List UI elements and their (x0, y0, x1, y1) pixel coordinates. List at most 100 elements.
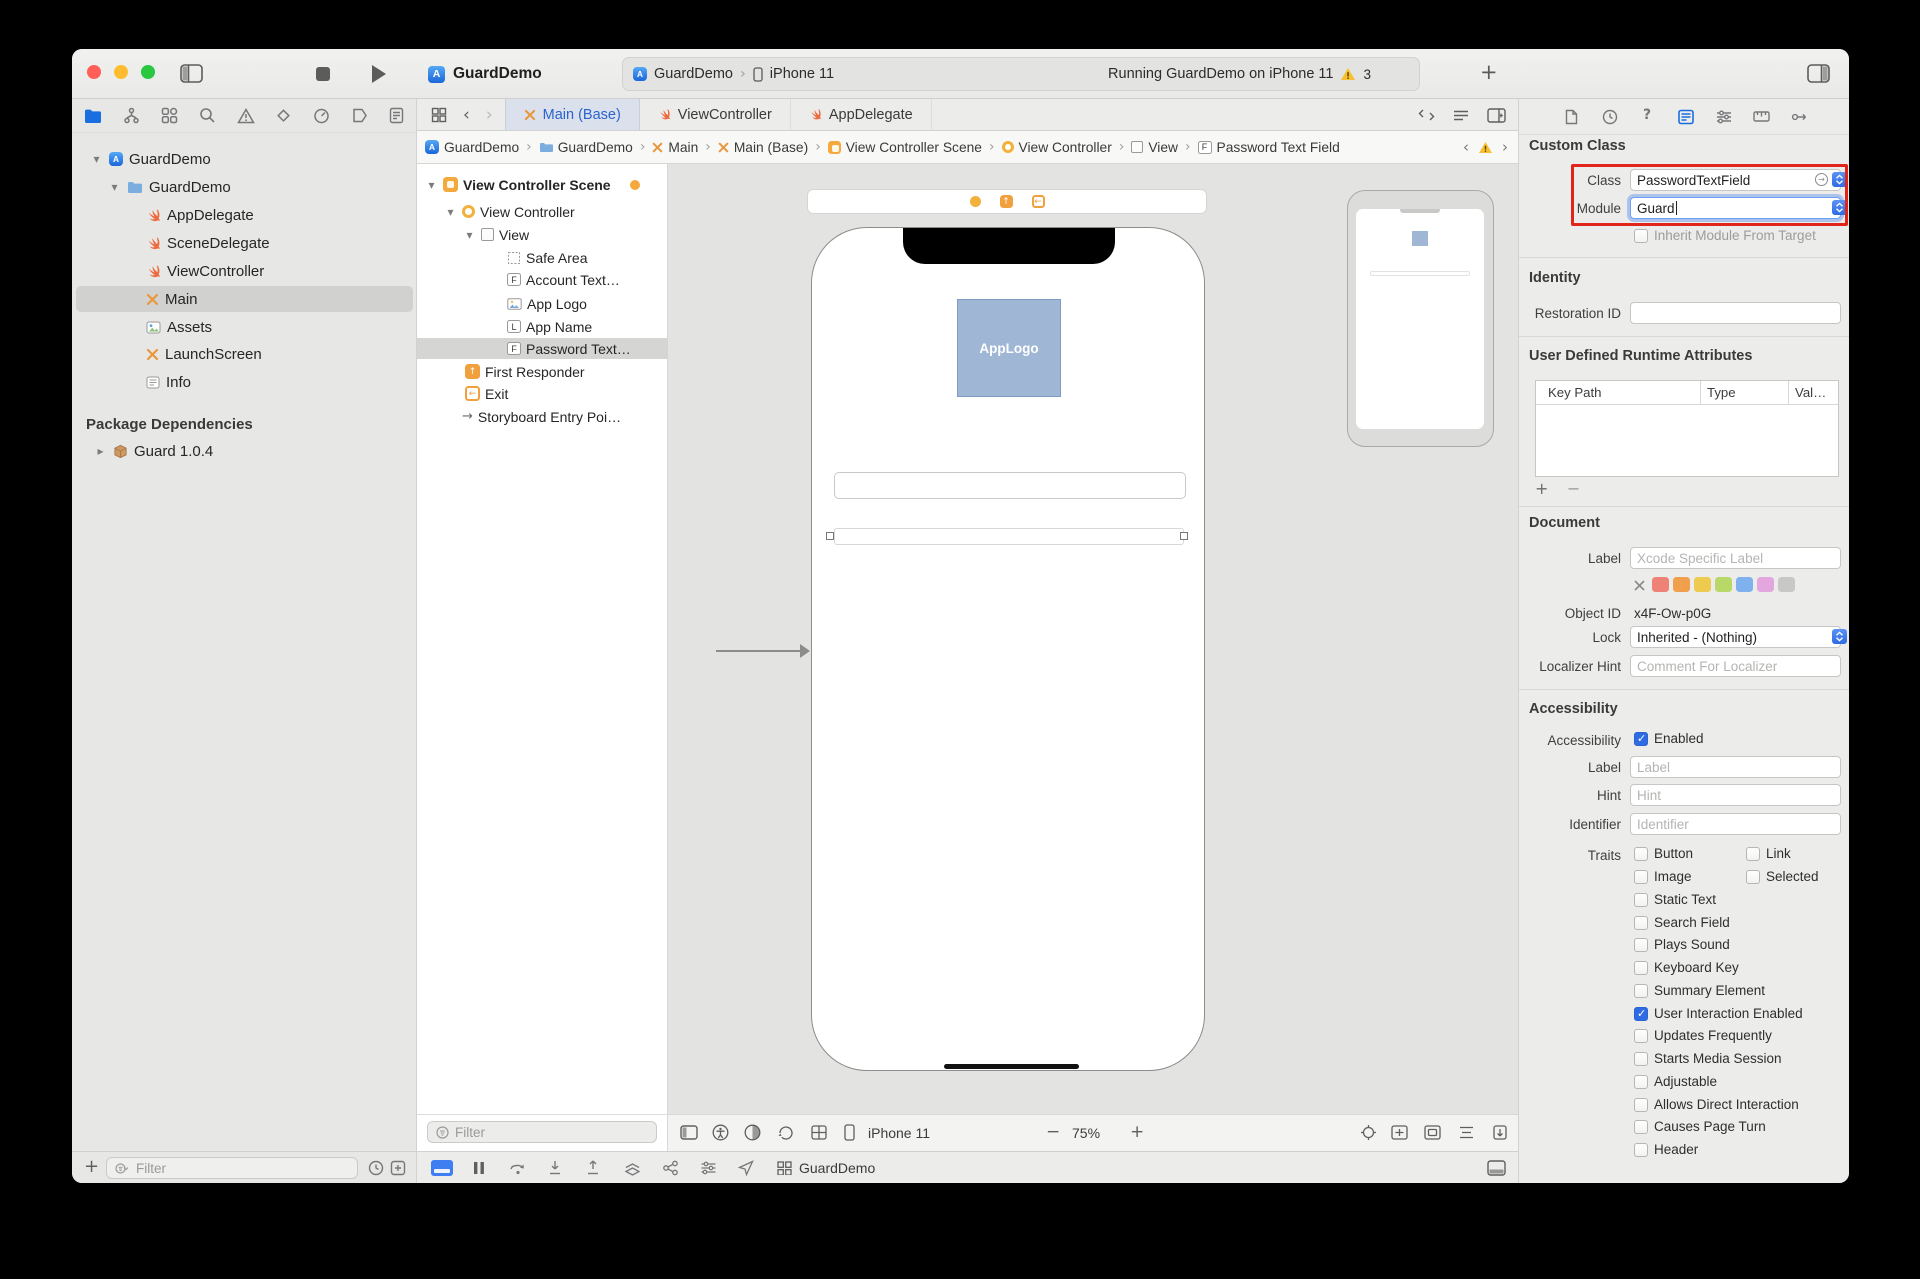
inherit-module-checkbox[interactable] (1634, 229, 1648, 243)
color-chip-pink[interactable] (1757, 577, 1774, 592)
identity-inspector-icon[interactable] (1678, 109, 1694, 125)
sidebar-item-scenedelegate[interactable]: SceneDelegate (146, 230, 270, 256)
trait-checkbox[interactable] (1634, 984, 1648, 998)
resize-handle-right[interactable] (1180, 532, 1188, 540)
disclosure-icon[interactable] (425, 178, 438, 192)
trait-checkbox[interactable] (1634, 893, 1648, 907)
tab-viewcontroller[interactable]: ViewController (640, 99, 791, 130)
step-out-icon[interactable] (585, 1160, 601, 1176)
trait-checkbox[interactable] (1634, 961, 1648, 975)
code-review-icon[interactable] (1418, 108, 1435, 122)
breadcrumb-main[interactable]: Main (652, 140, 698, 155)
add-attribute-button[interactable]: + (1535, 479, 1548, 498)
align-icon[interactable] (1458, 1125, 1475, 1140)
forward-button[interactable]: › (486, 105, 493, 125)
outline-item-password-text-field[interactable]: Password Text… (507, 338, 631, 359)
breadcrumb-scene[interactable]: View Controller Scene (828, 140, 982, 155)
iphone-canvas-frame[interactable]: AppLogo (811, 227, 1205, 1071)
file-inspector-icon[interactable] (1565, 109, 1578, 125)
outline-item-view-controller[interactable]: View Controller (444, 201, 575, 222)
add-constraints-icon[interactable] (1492, 1124, 1508, 1141)
outline-item-account-text-field[interactable]: Account Text… (507, 269, 620, 290)
trait-checkbox[interactable] (1746, 847, 1760, 861)
simulate-location-icon[interactable] (738, 1160, 754, 1176)
symbols-navigator-icon[interactable] (161, 107, 178, 124)
minimize-button[interactable] (114, 65, 128, 79)
appearance-toggle-icon[interactable] (744, 1124, 761, 1141)
lock-popup[interactable]: Inherited - (Nothing) (1630, 626, 1841, 648)
warning-icon[interactable] (1478, 141, 1493, 154)
outline-item-scene[interactable]: View Controller Scene (425, 174, 640, 195)
breadcrumb-view-controller[interactable]: View Controller (1002, 140, 1112, 155)
color-chip-red[interactable] (1652, 577, 1669, 592)
inspector-toggle-icon[interactable] (1807, 64, 1830, 83)
scheme-app-icon[interactable] (633, 67, 647, 81)
device-icon[interactable] (844, 1124, 855, 1141)
scheme-device[interactable]: iPhone 11 (770, 66, 834, 82)
restoration-id-field[interactable] (1630, 302, 1841, 324)
warning-icon[interactable] (1340, 67, 1356, 81)
outline-item-safe-area[interactable]: Safe Area (507, 247, 588, 268)
outline-toggle-icon[interactable] (680, 1125, 698, 1140)
outline-item-app-logo[interactable]: App Logo (507, 293, 587, 314)
breadcrumb-group[interactable]: GuardDemo (539, 140, 633, 155)
step-over-icon[interactable] (509, 1160, 527, 1176)
scheme-name[interactable]: GuardDemo (654, 66, 733, 82)
add-tab-button[interactable]: + (1480, 60, 1498, 84)
source-control-status-icon[interactable] (390, 1160, 406, 1176)
disclosure-icon[interactable] (108, 180, 121, 194)
trait-checkbox[interactable] (1634, 1120, 1648, 1134)
back-button[interactable]: ‹ (463, 105, 470, 125)
sidebar-item-main[interactable]: Main (146, 286, 198, 312)
color-chip-gray[interactable] (1778, 577, 1795, 592)
document-label-field[interactable]: Xcode Specific Label (1630, 547, 1841, 569)
account-text-field[interactable] (834, 472, 1186, 499)
storyboard-canvas[interactable]: AppLogo (668, 164, 1518, 1114)
tab-appdelegate[interactable]: AppDelegate (791, 99, 932, 130)
debug-process-label[interactable]: GuardDemo (799, 1160, 875, 1176)
disclosure-icon[interactable] (463, 228, 476, 242)
lock-dropdown-button[interactable] (1832, 629, 1847, 644)
breadcrumb-main-base[interactable]: Main (Base) (718, 140, 808, 155)
source-control-icon[interactable] (123, 107, 140, 124)
breadcrumb-password-field[interactable]: Password Text Field (1198, 140, 1340, 155)
close-button[interactable] (87, 65, 101, 79)
add-editor-icon[interactable] (1487, 108, 1506, 123)
navigator-filter-field[interactable]: Filter (106, 1157, 358, 1179)
add-file-button[interactable]: + (84, 1156, 99, 1177)
history-inspector-icon[interactable] (1602, 109, 1618, 125)
tests-navigator-icon[interactable] (275, 107, 292, 124)
trait-checkbox-user-interaction[interactable] (1634, 1007, 1648, 1021)
sidebar-item-assets[interactable]: Assets (146, 314, 212, 340)
outline-item-view[interactable]: View (463, 224, 529, 245)
no-color-icon[interactable] (1632, 578, 1647, 593)
sidebar-item-group[interactable]: GuardDemo (108, 174, 231, 200)
accessibility-enabled-checkbox[interactable] (1634, 732, 1648, 746)
orientation-icon[interactable] (777, 1124, 794, 1141)
previous-issue-button[interactable]: ‹ (1463, 138, 1469, 156)
run-button[interactable] (372, 65, 386, 83)
disclosure-icon[interactable] (94, 444, 107, 458)
runtime-attributes-table[interactable]: Key Path Type Val… (1535, 380, 1839, 477)
project-navigator-icon[interactable] (84, 108, 102, 124)
trait-checkbox[interactable] (1634, 1075, 1648, 1089)
device-label[interactable]: iPhone 11 (868, 1125, 930, 1141)
sidebar-item-project[interactable]: GuardDemo (90, 146, 211, 172)
zoom-out-button[interactable]: − (1046, 1122, 1060, 1142)
issues-navigator-icon[interactable] (237, 108, 255, 124)
device-preview-thumbnail[interactable] (1347, 190, 1494, 447)
app-process-icon[interactable] (777, 1161, 792, 1175)
trait-checkbox[interactable] (1746, 870, 1760, 884)
accessibility-label-field[interactable]: Label (1630, 756, 1841, 778)
attributes-inspector-icon[interactable] (1716, 109, 1732, 125)
trait-checkbox[interactable] (1634, 1052, 1648, 1066)
tab-main-storyboard[interactable]: Main (Base) (505, 99, 640, 130)
sidebar-item-info[interactable]: Info (146, 369, 191, 395)
embed-icon[interactable] (1424, 1125, 1441, 1140)
disclosure-icon[interactable] (444, 205, 457, 219)
next-issue-button[interactable]: › (1502, 138, 1508, 156)
sidebar-item-launchscreen[interactable]: LaunchScreen (146, 341, 262, 367)
trait-checkbox[interactable] (1634, 1029, 1648, 1043)
sidebar-item-viewcontroller[interactable]: ViewController (146, 258, 264, 284)
stop-button[interactable] (316, 67, 330, 81)
